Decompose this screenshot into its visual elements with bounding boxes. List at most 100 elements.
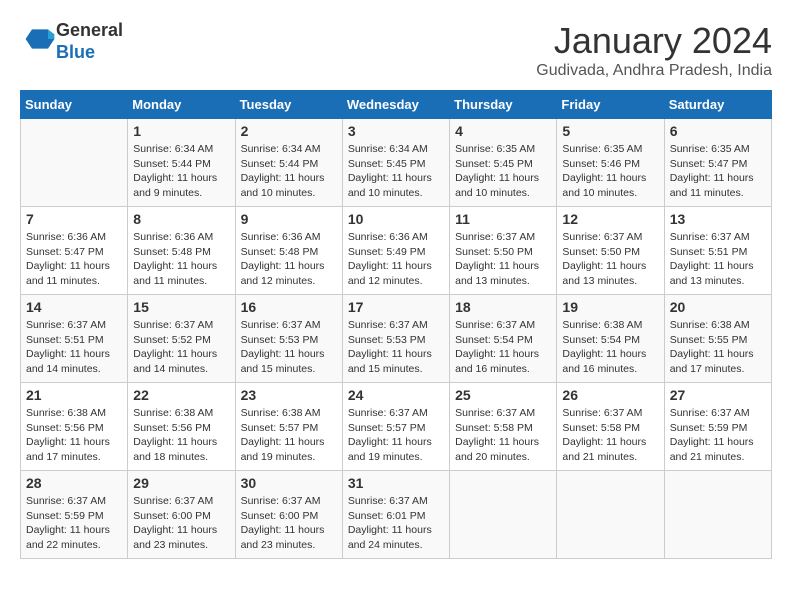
- day-number: 31: [348, 475, 444, 491]
- calendar-cell: [21, 119, 128, 207]
- header-sunday: Sunday: [21, 91, 128, 119]
- day-number: 29: [133, 475, 229, 491]
- calendar-cell: [557, 471, 664, 559]
- day-info: Sunrise: 6:37 AMSunset: 5:53 PMDaylight:…: [348, 318, 444, 377]
- day-info: Sunrise: 6:37 AMSunset: 5:59 PMDaylight:…: [670, 406, 766, 465]
- calendar-cell: 31 Sunrise: 6:37 AMSunset: 6:01 PMDayligh…: [342, 471, 449, 559]
- day-info: Sunrise: 6:37 AMSunset: 6:01 PMDaylight:…: [348, 494, 444, 553]
- day-number: 28: [26, 475, 122, 491]
- day-number: 30: [241, 475, 337, 491]
- calendar-cell: 8Sunrise: 6:36 AMSunset: 5:48 PMDaylight…: [128, 207, 235, 295]
- header-tuesday: Tuesday: [235, 91, 342, 119]
- calendar-cell: 3 Sunrise: 6:34 AMSunset: 5:45 PMDaylight…: [342, 119, 449, 207]
- day-info: Sunrise: 6:37 AMSunset: 6:00 PMDaylight:…: [241, 494, 337, 553]
- day-number: 21: [26, 387, 122, 403]
- calendar-cell: 1 Sunrise: 6:34 AMSunset: 5:44 PMDaylight…: [128, 119, 235, 207]
- day-info: Sunrise: 6:37 AMSunset: 5:59 PMDaylight:…: [26, 494, 122, 553]
- calendar-cell: 20 Sunrise: 6:38 AMSunset: 5:55 PMDayligh…: [664, 295, 771, 383]
- day-info: Sunrise: 6:38 AMSunset: 5:56 PMDaylight:…: [133, 406, 229, 465]
- week-row-5: 28 Sunrise: 6:37 AMSunset: 5:59 PMDayligh…: [21, 471, 772, 559]
- header-saturday: Saturday: [664, 91, 771, 119]
- day-info: Sunrise: 6:37 AMSunset: 5:58 PMDaylight:…: [562, 406, 658, 465]
- day-number: 24: [348, 387, 444, 403]
- day-info: Sunrise: 6:37 AMSunset: 5:53 PMDaylight:…: [241, 318, 337, 377]
- calendar-cell: [450, 471, 557, 559]
- week-row-4: 21 Sunrise: 6:38 AMSunset: 5:56 PMDayligh…: [21, 383, 772, 471]
- day-number: 11: [455, 211, 551, 227]
- day-number: 19: [562, 299, 658, 315]
- calendar-cell: 13Sunrise: 6:37 AMSunset: 5:51 PMDayligh…: [664, 207, 771, 295]
- calendar-cell: 18Sunrise: 6:37 AMSunset: 5:54 PMDayligh…: [450, 295, 557, 383]
- day-number: 25: [455, 387, 551, 403]
- calendar-cell: 24 Sunrise: 6:37 AMSunset: 5:57 PMDayligh…: [342, 383, 449, 471]
- logo-icon: [24, 23, 56, 55]
- day-number: 17: [348, 299, 444, 315]
- week-row-3: 14 Sunrise: 6:37 AMSunset: 5:51 PMDayligh…: [21, 295, 772, 383]
- day-info: Sunrise: 6:38 AMSunset: 5:55 PMDaylight:…: [670, 318, 766, 377]
- calendar-cell: 12Sunrise: 6:37 AMSunset: 5:50 PMDayligh…: [557, 207, 664, 295]
- day-info: Sunrise: 6:37 AMSunset: 5:52 PMDaylight:…: [133, 318, 229, 377]
- calendar-cell: 27 Sunrise: 6:37 AMSunset: 5:59 PMDayligh…: [664, 383, 771, 471]
- day-number: 20: [670, 299, 766, 315]
- calendar-cell: 16 Sunrise: 6:37 AMSunset: 5:53 PMDayligh…: [235, 295, 342, 383]
- calendar-title: January 2024: [536, 20, 772, 62]
- header-monday: Monday: [128, 91, 235, 119]
- day-info: Sunrise: 6:35 AMSunset: 5:46 PMDaylight:…: [562, 142, 658, 201]
- day-info: Sunrise: 6:37 AMSunset: 5:50 PMDaylight:…: [562, 230, 658, 289]
- day-info: Sunrise: 6:38 AMSunset: 5:57 PMDaylight:…: [241, 406, 337, 465]
- day-number: 3: [348, 123, 444, 139]
- page-header: General Blue January 2024 Gudivada, Andh…: [20, 20, 772, 80]
- calendar-cell: 28 Sunrise: 6:37 AMSunset: 5:59 PMDayligh…: [21, 471, 128, 559]
- day-info: Sunrise: 6:38 AMSunset: 5:56 PMDaylight:…: [26, 406, 122, 465]
- day-number: 6: [670, 123, 766, 139]
- calendar-cell: [664, 471, 771, 559]
- day-number: 5: [562, 123, 658, 139]
- calendar-cell: 17 Sunrise: 6:37 AMSunset: 5:53 PMDayligh…: [342, 295, 449, 383]
- calendar-cell: 29Sunrise: 6:37 AMSunset: 6:00 PMDayligh…: [128, 471, 235, 559]
- calendar-cell: 5 Sunrise: 6:35 AMSunset: 5:46 PMDaylight…: [557, 119, 664, 207]
- day-number: 16: [241, 299, 337, 315]
- day-number: 9: [241, 211, 337, 227]
- calendar-cell: 11 Sunrise: 6:37 AMSunset: 5:50 PMDayligh…: [450, 207, 557, 295]
- calendar-cell: 21 Sunrise: 6:38 AMSunset: 5:56 PMDayligh…: [21, 383, 128, 471]
- day-number: 13: [670, 211, 766, 227]
- week-row-2: 7 Sunrise: 6:36 AMSunset: 5:47 PMDaylight…: [21, 207, 772, 295]
- day-number: 27: [670, 387, 766, 403]
- day-info: Sunrise: 6:34 AMSunset: 5:45 PMDaylight:…: [348, 142, 444, 201]
- logo-general-text: General: [56, 20, 123, 40]
- day-number: 14: [26, 299, 122, 315]
- calendar-cell: 7 Sunrise: 6:36 AMSunset: 5:47 PMDaylight…: [21, 207, 128, 295]
- calendar-cell: 4Sunrise: 6:35 AMSunset: 5:45 PMDaylight…: [450, 119, 557, 207]
- week-row-1: 1 Sunrise: 6:34 AMSunset: 5:44 PMDaylight…: [21, 119, 772, 207]
- calendar-cell: 15 Sunrise: 6:37 AMSunset: 5:52 PMDayligh…: [128, 295, 235, 383]
- day-number: 15: [133, 299, 229, 315]
- calendar-cell: 26Sunrise: 6:37 AMSunset: 5:58 PMDayligh…: [557, 383, 664, 471]
- title-block: January 2024 Gudivada, Andhra Pradesh, I…: [536, 20, 772, 80]
- day-number: 4: [455, 123, 551, 139]
- day-info: Sunrise: 6:37 AMSunset: 5:54 PMDaylight:…: [455, 318, 551, 377]
- day-number: 7: [26, 211, 122, 227]
- day-info: Sunrise: 6:34 AMSunset: 5:44 PMDaylight:…: [133, 142, 229, 201]
- calendar-cell: 9 Sunrise: 6:36 AMSunset: 5:48 PMDaylight…: [235, 207, 342, 295]
- calendar-cell: 10 Sunrise: 6:36 AMSunset: 5:49 PMDayligh…: [342, 207, 449, 295]
- day-number: 10: [348, 211, 444, 227]
- calendar-cell: 22Sunrise: 6:38 AMSunset: 5:56 PMDayligh…: [128, 383, 235, 471]
- day-info: Sunrise: 6:36 AMSunset: 5:49 PMDaylight:…: [348, 230, 444, 289]
- day-number: 1: [133, 123, 229, 139]
- days-header-row: SundayMondayTuesdayWednesdayThursdayFrid…: [21, 91, 772, 119]
- calendar-cell: 19Sunrise: 6:38 AMSunset: 5:54 PMDayligh…: [557, 295, 664, 383]
- calendar-cell: 2Sunrise: 6:34 AMSunset: 5:44 PMDaylight…: [235, 119, 342, 207]
- calendar-cell: 25 Sunrise: 6:37 AMSunset: 5:58 PMDayligh…: [450, 383, 557, 471]
- day-info: Sunrise: 6:37 AMSunset: 5:51 PMDaylight:…: [26, 318, 122, 377]
- day-info: Sunrise: 6:37 AMSunset: 5:50 PMDaylight:…: [455, 230, 551, 289]
- day-info: Sunrise: 6:36 AMSunset: 5:48 PMDaylight:…: [241, 230, 337, 289]
- calendar-cell: 23 Sunrise: 6:38 AMSunset: 5:57 PMDayligh…: [235, 383, 342, 471]
- calendar-cell: 14 Sunrise: 6:37 AMSunset: 5:51 PMDayligh…: [21, 295, 128, 383]
- day-number: 23: [241, 387, 337, 403]
- header-wednesday: Wednesday: [342, 91, 449, 119]
- day-info: Sunrise: 6:37 AMSunset: 5:57 PMDaylight:…: [348, 406, 444, 465]
- logo-blue-text: Blue: [56, 42, 95, 62]
- day-info: Sunrise: 6:37 AMSunset: 5:58 PMDaylight:…: [455, 406, 551, 465]
- day-number: 2: [241, 123, 337, 139]
- day-info: Sunrise: 6:36 AMSunset: 5:47 PMDaylight:…: [26, 230, 122, 289]
